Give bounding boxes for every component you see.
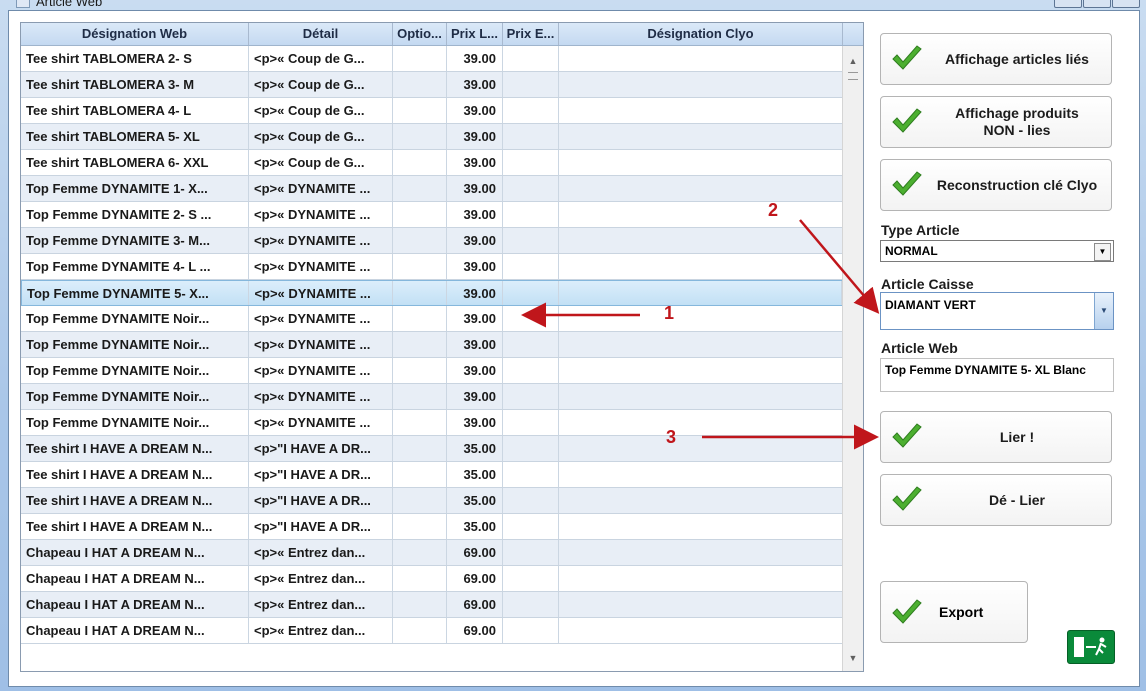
annotation-label-3: 3: [666, 427, 677, 447]
annotation-label-1: 1: [664, 303, 675, 323]
annotation-arrows: [521, 219, 880, 450]
annotation-arrow-2: [799, 219, 880, 314]
annotation-label-2: 2: [768, 200, 779, 220]
window-frame: Article Web Désignation Web Détail Optio…: [0, 0, 1146, 691]
